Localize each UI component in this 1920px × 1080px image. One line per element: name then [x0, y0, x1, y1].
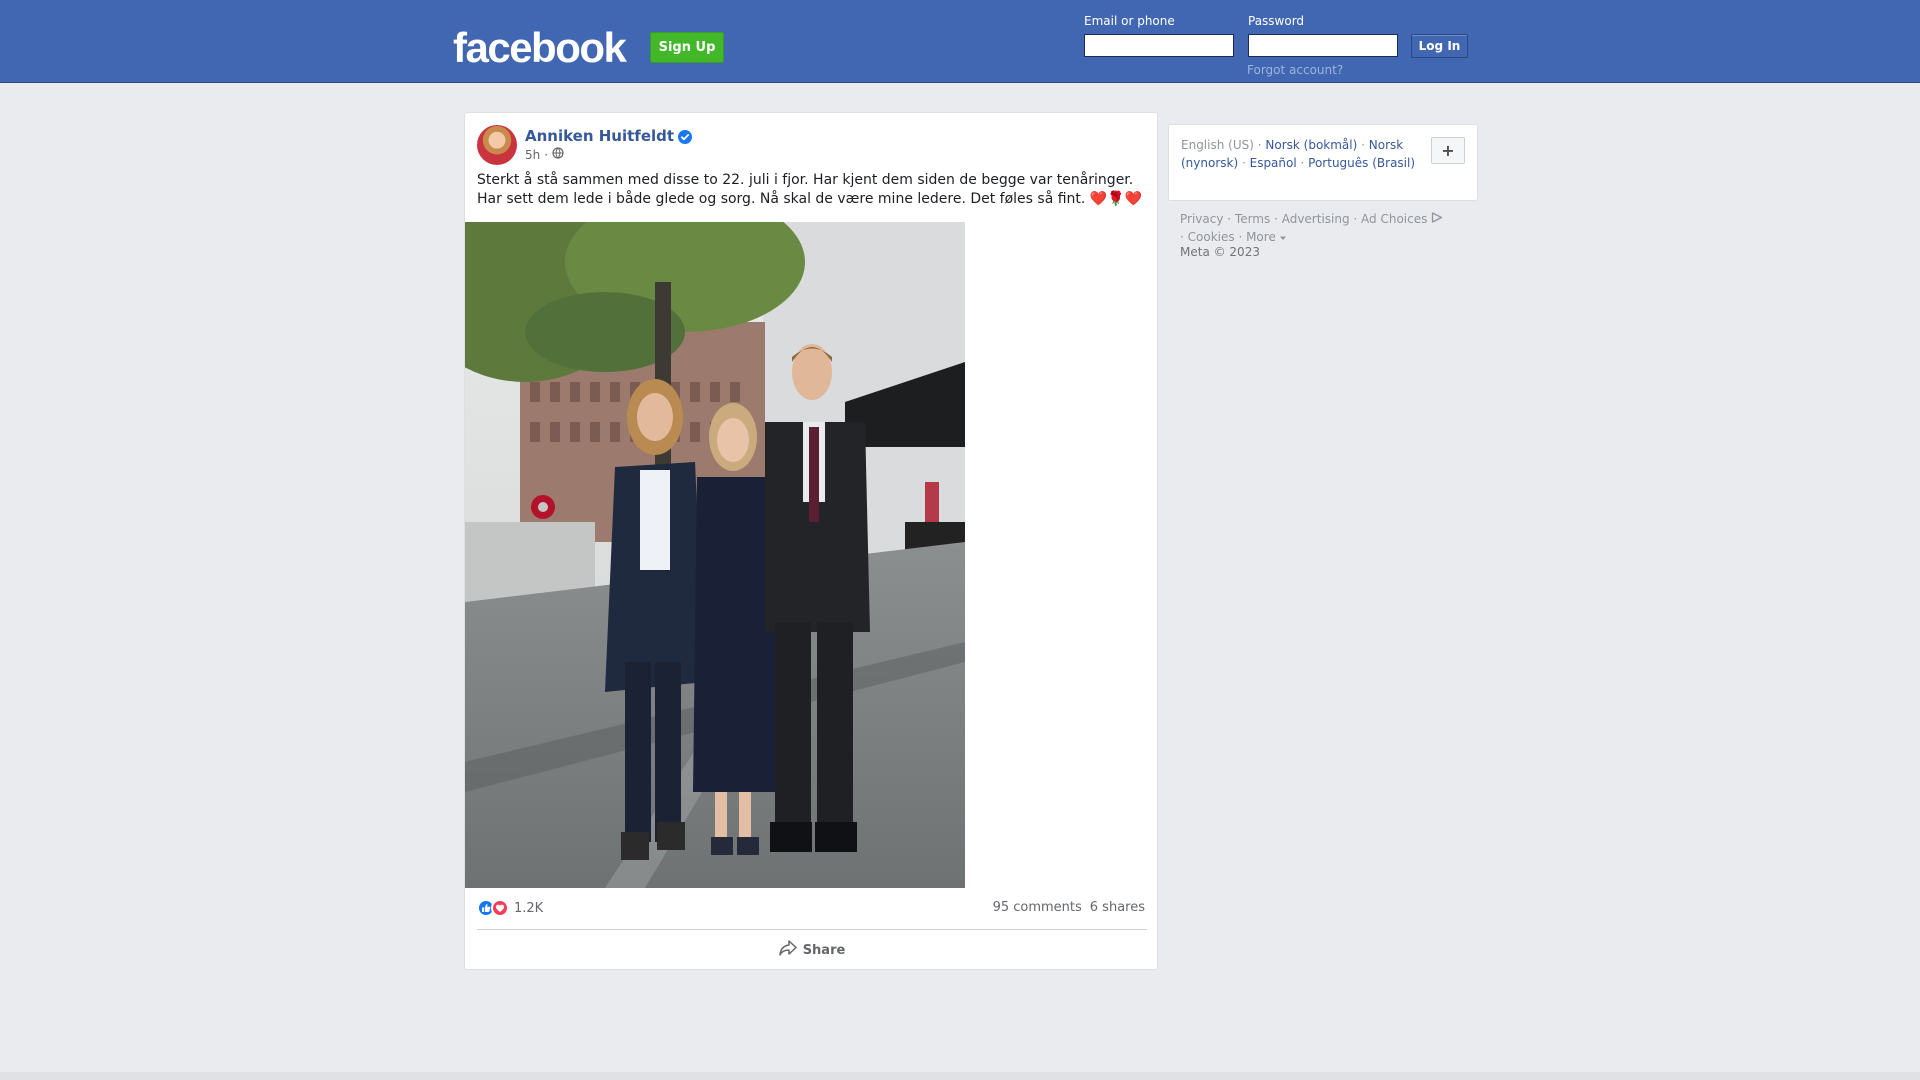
share-label: Share: [802, 942, 846, 958]
email-label: Email or phone: [1084, 14, 1175, 28]
reactions-count[interactable]: 1.2K: [514, 901, 543, 916]
top-navigation-bar: facebook Sign Up Email or phone Password…: [0, 0, 1920, 83]
post-author: Anniken Huitfeldt: [525, 127, 693, 145]
ad-choices-icon: [1431, 212, 1443, 226]
love-icon: [491, 899, 509, 917]
meta-separator: ·: [544, 147, 549, 162]
share-icon: [778, 940, 797, 960]
language-option-espanol[interactable]: Español: [1250, 156, 1297, 170]
copyright: Meta © 2023: [1180, 245, 1260, 259]
email-field[interactable]: [1084, 34, 1234, 57]
divider: [477, 929, 1147, 930]
post-text: Sterkt å stå sammen med disse to 22. jul…: [477, 171, 1147, 209]
caret-down-icon: [1279, 230, 1286, 244]
post-text-line: Sterkt å stå sammen med disse to 22. jul…: [477, 172, 1134, 188]
reactions-summary[interactable]: 1.2K: [477, 899, 543, 917]
current-language: English (US): [1181, 138, 1254, 152]
language-selector-box: English (US) · Norsk (bokmål) · Norsk (n…: [1168, 124, 1478, 201]
author-name-link[interactable]: Anniken Huitfeldt: [525, 127, 674, 145]
avatar[interactable]: [477, 125, 517, 165]
forgot-account-link[interactable]: Forgot account?: [1247, 63, 1343, 77]
globe-icon: [552, 147, 564, 162]
footer-links: Privacy · Terms · Advertising · Ad Choic…: [1180, 210, 1480, 246]
password-label: Password: [1248, 14, 1305, 28]
facebook-logo[interactable]: facebook: [453, 24, 627, 72]
post-meta: 5h ·: [525, 147, 564, 162]
share-button[interactable]: Share: [477, 935, 1147, 965]
shares-count[interactable]: 6 shares: [1090, 900, 1145, 915]
footer-link-cookies[interactable]: Cookies: [1188, 230, 1235, 244]
verified-badge-icon: [678, 129, 693, 144]
footer-link-terms[interactable]: Terms: [1235, 212, 1270, 226]
footer-link-advertising[interactable]: Advertising: [1282, 212, 1350, 226]
sign-up-button[interactable]: Sign Up: [650, 32, 724, 63]
post-timestamp[interactable]: 5h: [525, 148, 540, 162]
password-field[interactable]: [1248, 34, 1398, 57]
language-option-norsk-bokmal[interactable]: Norsk (bokmål): [1265, 138, 1357, 152]
post-card: Anniken Huitfeldt 5h · Sterkt å stå samm…: [464, 112, 1158, 970]
footer-link-more[interactable]: More: [1246, 230, 1276, 244]
language-option-portugues[interactable]: Português (Brasil): [1308, 156, 1415, 170]
engagement-counts: 95 comments 6 shares: [993, 900, 1145, 915]
footer-link-ad-choices[interactable]: Ad Choices: [1361, 212, 1427, 226]
comments-count[interactable]: 95 comments: [993, 900, 1082, 915]
page-bottom-strip: [0, 1072, 1920, 1080]
post-text-line: Har sett dem lede i både glede og sorg. …: [477, 191, 1143, 207]
more-languages-button[interactable]: +: [1431, 137, 1465, 164]
log-in-button[interactable]: Log In: [1411, 34, 1468, 58]
language-list: English (US) · Norsk (bokmål) · Norsk (n…: [1181, 138, 1416, 170]
footer-link-privacy[interactable]: Privacy: [1180, 212, 1223, 226]
post-photo[interactable]: [465, 222, 965, 888]
